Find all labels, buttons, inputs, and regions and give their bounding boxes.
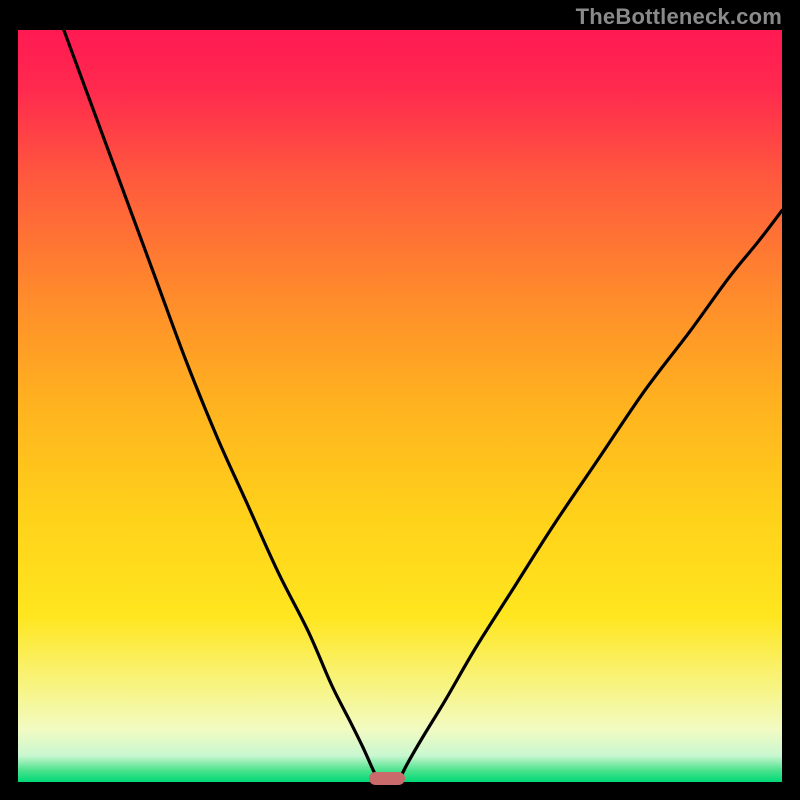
watermark-text: TheBottleneck.com	[576, 4, 782, 30]
plot-frame	[18, 30, 782, 782]
optimal-point-marker	[369, 772, 405, 785]
gradient-background	[18, 30, 782, 782]
bottleneck-chart	[18, 30, 782, 782]
